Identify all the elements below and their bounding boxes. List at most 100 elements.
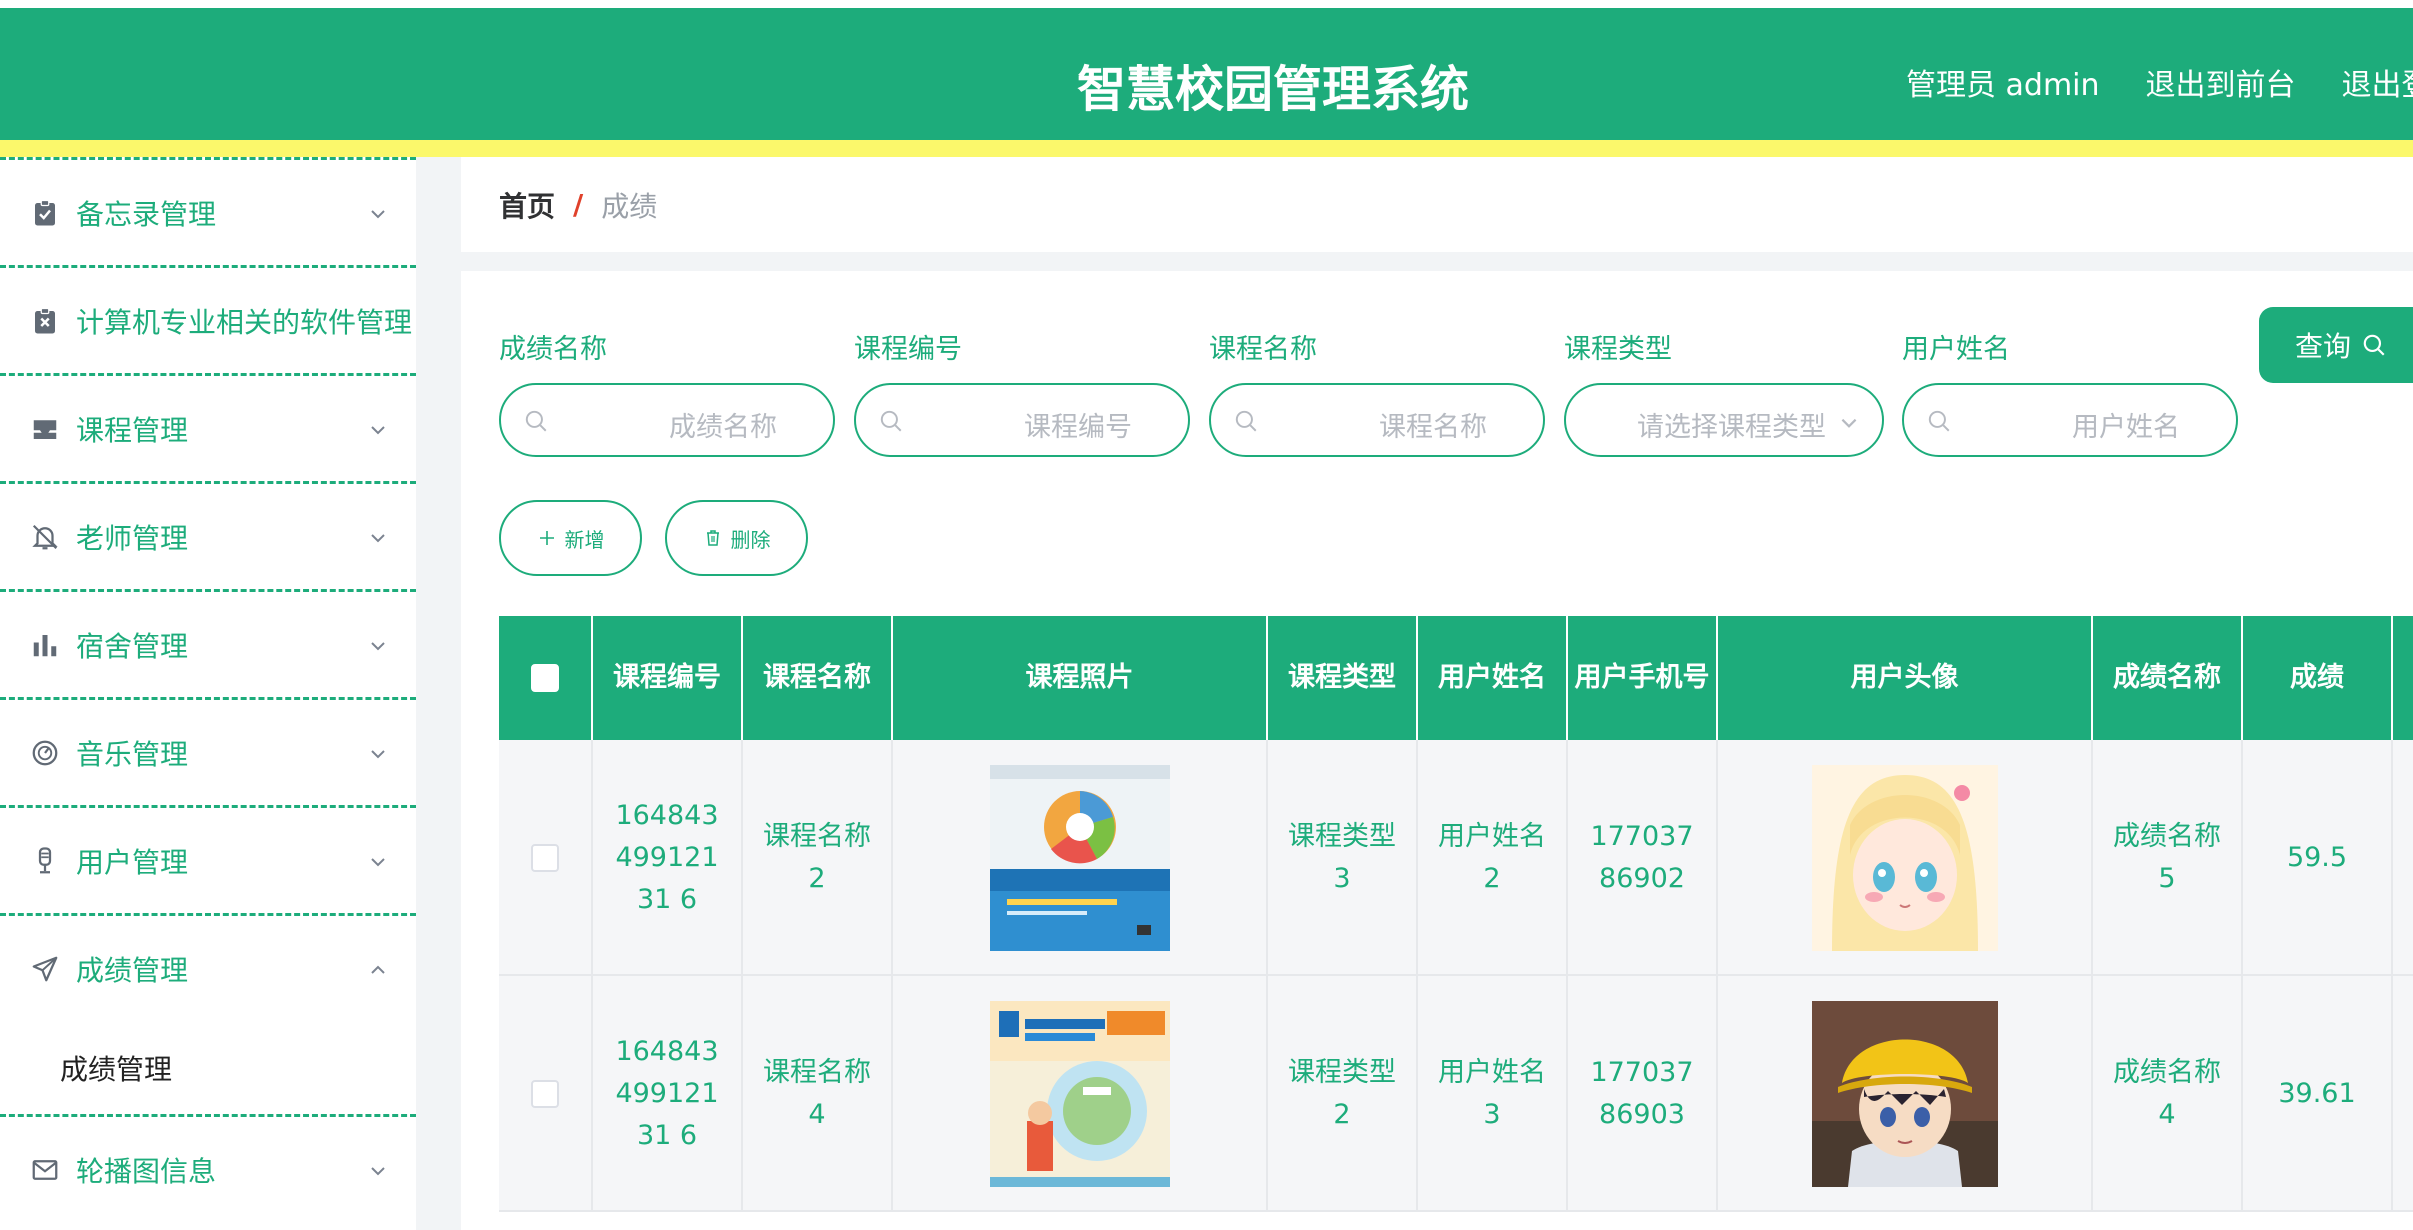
- course-photo-java-book[interactable]: [987, 765, 1173, 951]
- cell-course-no: 16484349912131 6: [593, 976, 743, 1212]
- sidebar-item-label: 老师管理: [76, 521, 189, 555]
- column-header[interactable]: 成绩: [2243, 616, 2393, 740]
- score-table: 课程编号 课程名称 课程照片 课程类型 用户姓名 用户手机号 用户头像 成绩名称…: [499, 616, 2413, 1212]
- query-button[interactable]: 查询: [2259, 307, 2413, 383]
- main-panel: 成绩名称 课程编号 课程名称 课程类型 用户姓名 成绩名称 课程编号 课程名称 …: [461, 271, 2413, 1230]
- select-all-checkbox[interactable]: [531, 664, 559, 692]
- cell-course-type: 课程类型3: [1268, 740, 1418, 976]
- row-checkbox[interactable]: [531, 1080, 559, 1108]
- cell-course-photo: [893, 740, 1268, 976]
- chevron-down-icon: [368, 744, 388, 764]
- search-icon: [878, 408, 904, 434]
- sidebar-item-dorm[interactable]: 宿舍管理: [0, 589, 416, 697]
- cell-course-name: 课程名称2: [743, 740, 893, 976]
- select-placeholder: 请选择课程类型: [1637, 412, 1826, 443]
- column-header[interactable]: 用户姓名: [1418, 616, 1568, 740]
- chevron-down-icon: [368, 636, 388, 656]
- table-row[interactable]: 16484349912131 6 课程名称2 课程类型3 用户姓名2 17703…: [499, 740, 2413, 976]
- trash-icon: [703, 528, 723, 548]
- sidebar-item-course[interactable]: 课程管理: [0, 373, 416, 481]
- logout-link[interactable]: 退出登录: [2342, 60, 2413, 104]
- column-header[interactable]: 用户头像: [1718, 616, 2093, 740]
- cell-course-no: 16484349912131 6: [593, 740, 743, 976]
- avatar-anime-girl[interactable]: [1811, 765, 1998, 951]
- filter-label-course-type: 课程类型: [1564, 334, 1672, 365]
- delete-button-label: 删除: [730, 527, 771, 552]
- header-select-all: [499, 616, 593, 740]
- cell-user-name: 用户姓名2: [1418, 740, 1568, 976]
- filter-label-course-no: 课程编号: [854, 334, 962, 365]
- course-type-select[interactable]: 请选择课程类型: [1564, 383, 1884, 457]
- row-select-cell: [499, 976, 593, 1212]
- cell-score: 39.61: [2243, 976, 2393, 1212]
- chevron-down-icon: [368, 852, 388, 872]
- cell-avatar: [1718, 976, 2093, 1212]
- sidebar-item-score[interactable]: 成绩管理: [0, 913, 416, 1021]
- sidebar-item-user[interactable]: 用户管理: [0, 805, 416, 913]
- search-icon: [1233, 408, 1259, 434]
- microphone-icon: [30, 846, 60, 876]
- input-placeholder: 课程名称: [1379, 412, 1487, 443]
- cell-user-phone: 17703786903: [1568, 976, 1718, 1212]
- column-header[interactable]: 用户手机号: [1568, 616, 1718, 740]
- breadcrumb: 首页 / 成绩: [461, 157, 2413, 252]
- column-header[interactable]: 课程类型: [1268, 616, 1418, 740]
- sidebar-item-label: 课程管理: [76, 413, 189, 447]
- column-header[interactable]: 课程名称: [743, 616, 893, 740]
- sidebar-item-label: 轮播图信息: [76, 1154, 217, 1188]
- sidebar-item-software[interactable]: 计算机专业相关的软件管理: [0, 265, 416, 373]
- cell-user-name: 用户姓名3: [1418, 976, 1568, 1212]
- exit-to-front-link[interactable]: 退出到前台: [2146, 60, 2296, 104]
- chevron-up-icon: [368, 960, 388, 980]
- sidebar-item-memo[interactable]: 备忘录管理: [0, 157, 416, 265]
- row-checkbox[interactable]: [531, 844, 559, 872]
- chevron-down-icon: [368, 528, 388, 548]
- gauge-icon: [30, 738, 60, 768]
- header-stripe: [0, 140, 2413, 157]
- inbox-icon: [30, 414, 60, 444]
- delete-button[interactable]: 删除: [665, 500, 808, 576]
- sidebar-item-label: 音乐管理: [76, 737, 189, 771]
- course-name-input[interactable]: 课程名称: [1209, 383, 1545, 457]
- app-title: 智慧校园管理系统: [1077, 61, 1470, 118]
- score-name-input[interactable]: 成绩名称: [499, 383, 835, 457]
- course-no-input[interactable]: 课程编号: [854, 383, 1190, 457]
- breadcrumb-home[interactable]: 首页: [499, 185, 555, 225]
- search-icon: [1926, 408, 1952, 434]
- sidebar-item-label: 用户管理: [76, 845, 189, 879]
- cell-avatar: [1718, 740, 2093, 976]
- search-icon: [2363, 334, 2385, 356]
- add-button[interactable]: 新增: [499, 500, 642, 576]
- table-header: 课程编号 课程名称 课程照片 课程类型 用户姓名 用户手机号 用户头像 成绩名称…: [499, 616, 2413, 740]
- column-header[interactable]: 成绩名称: [2093, 616, 2243, 740]
- sidebar-item-teacher[interactable]: 老师管理: [0, 481, 416, 589]
- cell-score-name: 成绩名称4: [2093, 976, 2243, 1212]
- breadcrumb-current: 成绩: [601, 189, 658, 223]
- column-header[interactable]: 课程编号: [593, 616, 743, 740]
- cell-course-name: 课程名称4: [743, 976, 893, 1212]
- admin-user-link[interactable]: 管理员 admin: [1906, 60, 2100, 104]
- chevron-down-icon: [368, 1161, 388, 1181]
- course-photo-math-book[interactable]: [987, 1001, 1173, 1187]
- sidebar-item-label: 宿舍管理: [76, 629, 189, 663]
- user-name-input[interactable]: 用户姓名: [1902, 383, 2238, 457]
- sidebar: 备忘录管理 计算机专业相关的软件管理 课程管理 老师管理 宿舍管理 音乐管理 用…: [0, 157, 416, 1230]
- sidebar-item-label: 计算机专业相关的软件管理: [76, 305, 413, 339]
- cell-score-name: 成绩名称5: [2093, 740, 2243, 976]
- plus-icon: [537, 528, 557, 548]
- row-select-cell: [499, 740, 593, 976]
- filter-label-score-name: 成绩名称: [499, 334, 607, 365]
- sidebar-item-music[interactable]: 音乐管理: [0, 697, 416, 805]
- send-icon: [30, 954, 60, 984]
- avatar-anime-boy[interactable]: [1811, 1001, 1998, 1187]
- clipboard-check-icon: [30, 198, 60, 228]
- sidebar-item-carousel[interactable]: 轮播图信息: [0, 1114, 416, 1222]
- query-button-label: 查询: [2295, 330, 2352, 363]
- search-icon: [523, 408, 549, 434]
- cell-score: 59.5: [2243, 740, 2393, 976]
- table-row[interactable]: 16484349912131 6 课程名称4 课程类型2 用户姓名3 17703…: [499, 976, 2413, 1212]
- submenu-item-score-management[interactable]: 成绩管理: [0, 1021, 416, 1114]
- header-nav: 管理员 admin 退出到前台 退出登录: [1906, 60, 2413, 104]
- sidebar-item-label: 成绩管理: [76, 953, 189, 987]
- column-header[interactable]: 课程照片: [893, 616, 1268, 740]
